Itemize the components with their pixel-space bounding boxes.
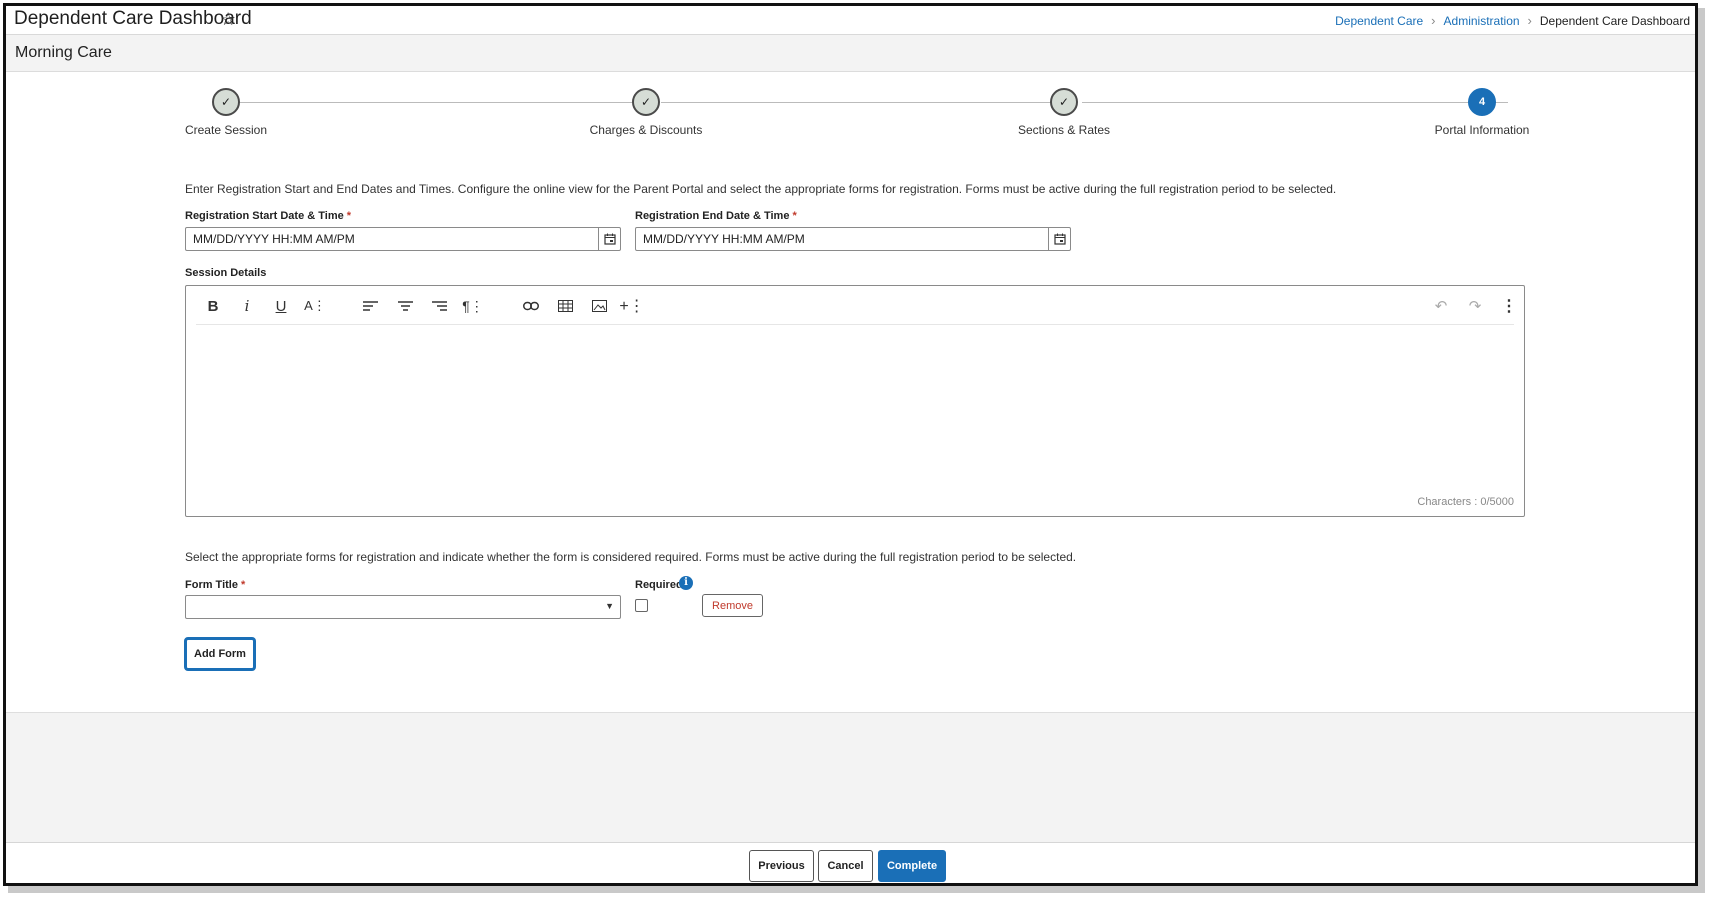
check-icon: ✓: [632, 88, 660, 116]
previous-button[interactable]: Previous: [749, 850, 814, 882]
remove-button[interactable]: Remove: [702, 594, 763, 617]
step-number: 4: [1468, 88, 1496, 116]
session-title: Morning Care: [15, 44, 112, 61]
sub-header: Morning Care: [6, 35, 1695, 72]
form-title-label: Form Title *: [185, 579, 246, 591]
breadcrumb-current: Dependent Care Dashboard: [1539, 13, 1690, 28]
paragraph-icon[interactable]: ¶⋮: [460, 294, 486, 318]
italic-icon[interactable]: i: [234, 294, 260, 318]
undo-icon[interactable]: ↶: [1428, 294, 1454, 318]
caret-down-icon: ▼: [605, 601, 614, 611]
more-options-icon[interactable]: ⋮: [1496, 294, 1522, 318]
info-icon[interactable]: i: [679, 576, 693, 590]
toolbar-divider: [196, 324, 1514, 325]
step-label: Create Session: [184, 123, 268, 137]
table-icon[interactable]: [552, 294, 578, 318]
insert-more-icon[interactable]: +⋮: [619, 294, 645, 318]
wizard-stepper: ✓ Create Session ✓ Charges & Discounts ✓…: [6, 86, 1695, 146]
start-date-field[interactable]: [185, 227, 621, 251]
forms-instructions: Select the appropriate forms for registr…: [185, 550, 1077, 564]
app-window: Dependent Care Dashboard ☆ Dependent Car…: [3, 3, 1698, 886]
required-checkbox[interactable]: [635, 599, 648, 612]
calendar-icon[interactable]: [1048, 228, 1070, 250]
complete-button[interactable]: Complete: [878, 850, 946, 882]
registration-instructions: Enter Registration Start and End Dates a…: [185, 182, 1337, 196]
step-create-session[interactable]: ✓ Create Session: [126, 86, 326, 137]
step-portal-information[interactable]: 4 Portal Information: [1382, 86, 1582, 137]
character-count: Characters : 0/5000: [1417, 496, 1514, 508]
wizard-footer: Previous Cancel Complete: [6, 842, 1695, 883]
chevron-right-icon: ›: [1431, 13, 1436, 28]
check-icon: ✓: [1050, 88, 1078, 116]
breadcrumb-dependent-care[interactable]: Dependent Care: [1335, 14, 1423, 28]
end-date-input[interactable]: [636, 228, 1050, 250]
page-title: Dependent Care Dashboard: [14, 8, 252, 29]
breadcrumb-administration[interactable]: Administration: [1444, 14, 1520, 28]
step-sections-rates[interactable]: ✓ Sections & Rates: [964, 86, 1164, 137]
link-icon[interactable]: [518, 294, 544, 318]
add-form-button[interactable]: Add Form: [185, 638, 255, 670]
calendar-icon[interactable]: [598, 228, 620, 250]
align-center-icon[interactable]: [392, 294, 418, 318]
underline-icon[interactable]: U: [268, 294, 294, 318]
content-spacer: [6, 712, 1695, 843]
star-icon[interactable]: ☆: [220, 9, 236, 30]
end-date-field[interactable]: [635, 227, 1071, 251]
form-title-select[interactable]: ▼: [185, 595, 621, 619]
align-left-icon[interactable]: [357, 294, 383, 318]
cancel-button[interactable]: Cancel: [818, 850, 873, 882]
breadcrumb: Dependent Care › Administration › Depend…: [1335, 13, 1690, 28]
session-details-editor[interactable]: B i U A⋮ ¶⋮ +⋮ ↶ ↷ ⋮ Characters: 0/5000: [185, 285, 1525, 517]
image-icon[interactable]: [586, 294, 612, 318]
chevron-right-icon: ›: [1527, 13, 1532, 28]
check-icon: ✓: [212, 88, 240, 116]
step-label: Charges & Discounts: [589, 123, 703, 137]
align-right-icon[interactable]: [426, 294, 452, 318]
redo-icon[interactable]: ↷: [1462, 294, 1488, 318]
font-size-icon[interactable]: A⋮: [302, 294, 328, 318]
end-date-label: Registration End Date & Time *: [635, 210, 797, 222]
step-charges-discounts[interactable]: ✓ Charges & Discounts: [546, 86, 746, 137]
step-label: Sections & Rates: [1017, 123, 1111, 137]
session-details-label: Session Details: [185, 267, 267, 279]
title-bar: Dependent Care Dashboard ☆ Dependent Car…: [6, 6, 1695, 35]
bold-icon[interactable]: B: [200, 294, 226, 318]
start-date-input[interactable]: [186, 228, 600, 250]
step-label: Portal Information: [1434, 123, 1530, 137]
required-label: Required: [635, 579, 683, 591]
start-date-label: Registration Start Date & Time *: [185, 210, 352, 222]
